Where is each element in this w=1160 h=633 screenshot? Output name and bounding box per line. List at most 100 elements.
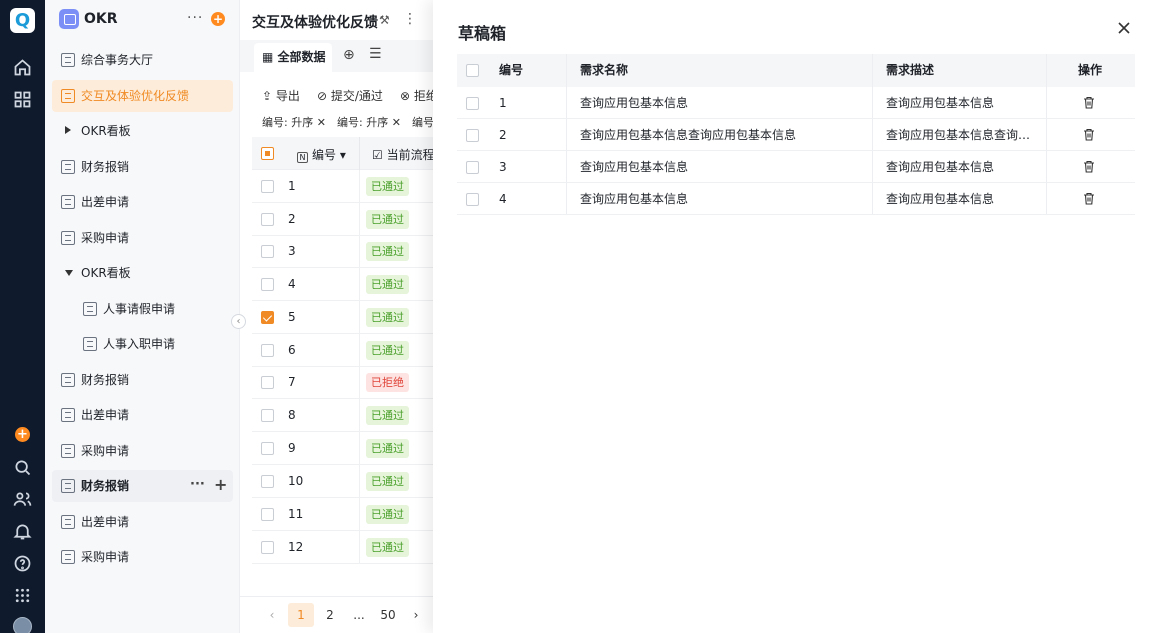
row-checkbox[interactable]: [261, 475, 274, 488]
home-icon[interactable]: [12, 57, 33, 78]
row-checkbox-checked[interactable]: [261, 311, 274, 324]
table-row[interactable]: 10 已通过: [252, 465, 435, 498]
main-view: 交互及体验优化反馈 ⚒ ⋮ ▦ 全部数据 ⊕ ☰ ⇪ 导出 ⊘ 提交/通过 ⊗ …: [240, 0, 435, 633]
table-row[interactable]: 1 查询应用包基本信息 查询应用包基本信息: [457, 87, 1135, 119]
cell-name: 查询应用包基本信息: [580, 96, 689, 110]
avatar[interactable]: [13, 617, 32, 633]
select-all-checkbox[interactable]: [261, 147, 274, 160]
row-id: 1: [288, 179, 296, 193]
delete-icon[interactable]: [1083, 96, 1095, 109]
row-checkbox[interactable]: [261, 213, 274, 226]
sidebar-item-expense[interactable]: 财务报销: [52, 364, 233, 396]
add-icon[interactable]: +: [211, 12, 225, 26]
sidebar-item-label: 人事入职申请: [103, 337, 176, 351]
table-header: 编号 需求名称 需求描述 操作: [457, 54, 1135, 87]
sidebar-group-okr-expanded[interactable]: OKR看板: [52, 257, 233, 289]
add-icon[interactable]: +: [214, 475, 227, 494]
table-row[interactable]: 7 已拒绝: [252, 366, 435, 399]
select-all-checkbox[interactable]: [466, 64, 479, 77]
row-checkbox[interactable]: [261, 278, 274, 291]
view-list-icon[interactable]: ☰: [369, 46, 382, 62]
sidebar-item-expense[interactable]: 财务报销: [52, 151, 233, 183]
add-view-icon[interactable]: ⊕: [343, 47, 355, 63]
sidebar-item-purchase[interactable]: 采购申请: [52, 435, 233, 467]
form-icon: [61, 231, 75, 245]
row-checkbox[interactable]: [466, 161, 479, 174]
table-row[interactable]: 2 已通过: [252, 203, 435, 236]
sidebar-item-purchase[interactable]: 采购申请: [52, 541, 233, 573]
collapse-sidebar-icon[interactable]: ‹: [231, 314, 246, 329]
table-row[interactable]: 5 已通过: [252, 301, 435, 334]
sort-chip[interactable]: 编号: [412, 114, 434, 130]
reject-button[interactable]: ⊗ 拒绝: [400, 87, 435, 104]
tab-all-data[interactable]: ▦ 全部数据: [254, 43, 332, 72]
next-page-button[interactable]: ›: [410, 603, 422, 627]
delete-icon[interactable]: [1083, 192, 1095, 205]
more-icon[interactable]: ···: [187, 10, 203, 26]
page-1-button[interactable]: 1: [288, 603, 314, 627]
row-checkbox[interactable]: [261, 508, 274, 521]
column-flow[interactable]: ☑ 当前流程: [372, 146, 435, 163]
row-checkbox[interactable]: [261, 245, 274, 258]
sidebar-item-purchase[interactable]: 采购申请: [52, 222, 233, 254]
sidebar-item-label: 财务报销: [81, 479, 130, 493]
table-row[interactable]: 2 查询应用包基本信息查询应用包基本信息 查询应用包基本信息查询应用包基本信息: [457, 119, 1135, 151]
app-logo[interactable]: Q: [10, 8, 35, 33]
delete-icon[interactable]: [1083, 160, 1095, 173]
export-button[interactable]: ⇪ 导出: [262, 87, 300, 104]
submit-approve-button[interactable]: ⊘ 提交/通过: [317, 87, 383, 104]
sidebar-item-travel[interactable]: 出差申请: [52, 399, 233, 431]
row-checkbox[interactable]: [261, 180, 274, 193]
bell-icon[interactable]: [12, 521, 33, 542]
row-checkbox[interactable]: [261, 409, 274, 422]
table-row[interactable]: 4 查询应用包基本信息 查询应用包基本信息: [457, 183, 1135, 215]
prev-page-button[interactable]: ‹: [266, 603, 278, 627]
row-checkbox[interactable]: [261, 541, 274, 554]
users-icon[interactable]: [12, 489, 33, 510]
sidebar-item-feedback[interactable]: 交互及体验优化反馈: [52, 80, 233, 112]
row-checkbox[interactable]: [466, 193, 479, 206]
sort-chip[interactable]: 编号: 升序 ✕: [262, 114, 326, 130]
table-row[interactable]: 1 已通过: [252, 170, 435, 203]
sidebar-item-expense-hover[interactable]: 财务报销 ··· +: [52, 470, 233, 502]
sidebar-item-onboarding[interactable]: 人事入职申请: [52, 328, 233, 360]
sidebar-item-travel[interactable]: 出差申请: [52, 186, 233, 218]
sidebar-item-leave[interactable]: 人事请假申请: [52, 293, 233, 325]
table-row[interactable]: 4 已通过: [252, 268, 435, 301]
table-row[interactable]: 3 查询应用包基本信息 查询应用包基本信息: [457, 151, 1135, 183]
table-row[interactable]: 11 已通过: [252, 498, 435, 531]
table-row[interactable]: 6 已通过: [252, 334, 435, 367]
row-id: 10: [288, 474, 304, 488]
row-checkbox[interactable]: [261, 376, 274, 389]
sidebar-group-okr[interactable]: OKR看板: [52, 115, 233, 147]
apps-grid-icon[interactable]: [12, 89, 33, 110]
drafts-drawer: 草稿箱 编号 需求名称 需求描述 操作 1 查询应用包基本信息 查询应用包基本信…: [433, 0, 1160, 633]
form-icon: [61, 373, 75, 387]
more-vertical-icon[interactable]: ⋮: [403, 11, 417, 27]
delete-icon[interactable]: [1083, 128, 1095, 141]
sidebar-item-travel[interactable]: 出差申请: [52, 506, 233, 538]
add-circle-icon[interactable]: +: [15, 427, 30, 442]
page-2-button[interactable]: 2: [324, 603, 336, 627]
column-id[interactable]: N 编号 ▾: [297, 146, 346, 163]
row-id: 12: [288, 540, 304, 554]
row-checkbox[interactable]: [261, 344, 274, 357]
table-row[interactable]: 12 已通过: [252, 531, 435, 564]
close-icon[interactable]: [1115, 19, 1133, 37]
dashboard-icon: [61, 53, 75, 67]
help-icon[interactable]: [12, 553, 33, 574]
search-icon[interactable]: [12, 457, 33, 478]
row-checkbox[interactable]: [466, 97, 479, 110]
more-icon[interactable]: ···: [190, 477, 205, 492]
table-row[interactable]: 3 已通过: [252, 235, 435, 268]
row-checkbox[interactable]: [466, 129, 479, 142]
wrench-icon[interactable]: ⚒: [379, 13, 390, 27]
table-row[interactable]: 9 已通过: [252, 432, 435, 465]
sort-chip[interactable]: 编号: 升序 ✕: [337, 114, 401, 130]
more-apps-icon[interactable]: [12, 585, 33, 606]
grid-header: N 编号 ▾ ☑ 当前流程: [252, 137, 435, 170]
table-row[interactable]: 8 已通过: [252, 399, 435, 432]
sidebar-item-hall[interactable]: 综合事务大厅: [52, 44, 233, 76]
page-last-button[interactable]: 50: [378, 603, 398, 627]
row-checkbox[interactable]: [261, 442, 274, 455]
